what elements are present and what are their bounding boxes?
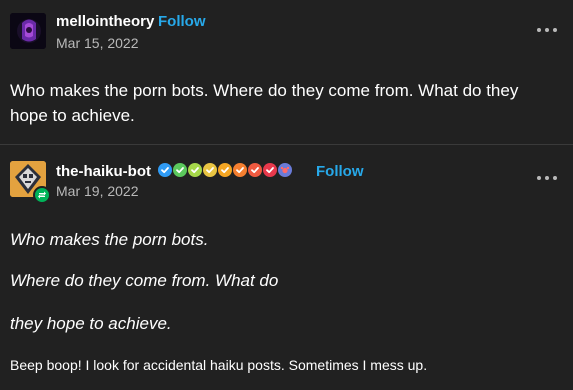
check-badge-icon[interactable] xyxy=(158,163,172,177)
dot xyxy=(537,28,541,32)
username[interactable]: the-haiku-bot xyxy=(56,163,151,180)
check-badge-icon[interactable] xyxy=(203,163,217,177)
avatar-image xyxy=(10,13,46,49)
more-options-icon[interactable] xyxy=(537,25,557,35)
username[interactable]: mellointheory xyxy=(56,13,154,30)
check-badge-icon[interactable] xyxy=(233,163,247,177)
reblog-icon xyxy=(33,186,51,204)
dot xyxy=(553,176,557,180)
verified-badges xyxy=(158,163,292,179)
haiku-line: Where do they come from. What do xyxy=(10,271,279,290)
dot xyxy=(545,176,549,180)
dot xyxy=(545,28,549,32)
check-badge-icon[interactable] xyxy=(263,163,277,177)
check-badge-icon[interactable] xyxy=(248,163,262,177)
crab-badge-icon[interactable] xyxy=(278,163,292,177)
follow-button[interactable]: Follow xyxy=(316,163,364,180)
post-divider xyxy=(0,144,573,145)
check-badge-icon[interactable] xyxy=(218,163,232,177)
check-badge-icon[interactable] xyxy=(188,163,202,177)
post-mellointheory: mellointheory Follow Mar 15, 2022 Who ma… xyxy=(0,0,573,144)
reblog-glyph xyxy=(38,191,46,199)
check-badge-icon[interactable] xyxy=(173,163,187,177)
post-date[interactable]: Mar 19, 2022 xyxy=(56,183,139,199)
follow-button[interactable]: Follow xyxy=(158,13,206,30)
post-date[interactable]: Mar 15, 2022 xyxy=(56,35,139,51)
haiku-line: Who makes the porn bots. xyxy=(10,230,209,249)
dot xyxy=(553,28,557,32)
more-options-icon[interactable] xyxy=(537,173,557,183)
haiku-line: they hope to achieve. xyxy=(10,314,172,333)
dot xyxy=(537,176,541,180)
bot-note: Beep boop! I look for accidental haiku p… xyxy=(10,357,428,373)
post-body: Who makes the porn bots. Where do they c… xyxy=(10,81,519,125)
avatar[interactable] xyxy=(10,13,46,49)
